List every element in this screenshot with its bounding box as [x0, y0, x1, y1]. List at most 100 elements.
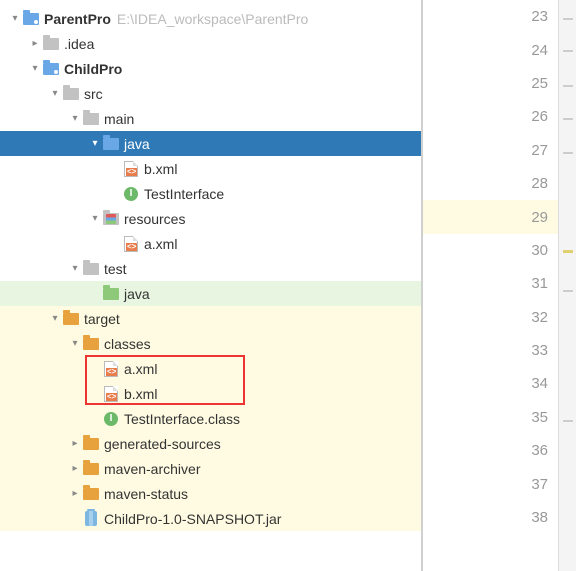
chevron-right-icon: ▸ [68, 463, 82, 474]
excluded-folder-icon [62, 311, 80, 327]
tree-row-idea[interactable]: ▸ .idea [0, 31, 421, 56]
node-label: resources [124, 211, 185, 227]
tree-row-test-java[interactable]: java [0, 281, 421, 306]
chevron-right-icon: ▸ [68, 438, 82, 449]
gutter-line[interactable]: 32 [423, 301, 576, 334]
chevron-down-icon: ▾ [68, 113, 82, 124]
tree-row-maven-status[interactable]: ▸ maven-status [0, 481, 421, 506]
tree-row-resources[interactable]: ▾ resources [0, 206, 421, 231]
test-source-folder-icon [102, 286, 120, 302]
tree-row-src[interactable]: ▾ src [0, 81, 421, 106]
module-folder-icon [22, 11, 40, 27]
tree-row-classes-axml[interactable]: <> a.xml [0, 356, 421, 381]
gutter-line[interactable]: 25 [423, 67, 576, 100]
tree-row-jar[interactable]: ChildPro-1.0-SNAPSHOT.jar [0, 506, 421, 531]
interface-icon: I [102, 411, 120, 427]
node-label: maven-status [104, 486, 188, 502]
gutter-line[interactable]: 29 [423, 200, 576, 233]
folder-icon [82, 261, 100, 277]
xml-file-icon: <> [102, 386, 120, 402]
node-label: TestInterface [144, 186, 224, 202]
node-label: ChildPro [64, 61, 122, 77]
tree-row-classes[interactable]: ▾ classes [0, 331, 421, 356]
editor-scrollbar-marker-area [558, 0, 576, 571]
tree-row-bxml[interactable]: <> b.xml [0, 156, 421, 181]
tree-row-testinterface[interactable]: I TestInterface [0, 181, 421, 206]
gutter-line[interactable]: 27 [423, 134, 576, 167]
node-label: b.xml [144, 161, 177, 177]
gutter-line[interactable]: 24 [423, 33, 576, 66]
resources-folder-icon [102, 211, 120, 227]
node-label: TestInterface.class [124, 411, 240, 427]
xml-file-icon: <> [122, 236, 140, 252]
xml-file-icon: <> [102, 361, 120, 377]
excluded-folder-icon [82, 336, 100, 352]
node-label: java [124, 136, 150, 152]
gutter-line[interactable]: 34 [423, 367, 576, 400]
gutter-line[interactable]: 30 [423, 234, 576, 267]
tree-row-classes-bxml[interactable]: <> b.xml [0, 381, 421, 406]
chevron-down-icon: ▾ [88, 213, 102, 224]
gutter-line[interactable]: 33 [423, 334, 576, 367]
node-label: src [84, 86, 103, 102]
tree-row-generated-sources[interactable]: ▸ generated-sources [0, 431, 421, 456]
chevron-down-icon: ▾ [68, 338, 82, 349]
node-path: E:\IDEA_workspace\ParentPro [117, 11, 308, 27]
marker-tick [563, 85, 573, 87]
source-folder-icon [102, 136, 120, 152]
tree-row-test[interactable]: ▾ test [0, 256, 421, 281]
tree-row-java-selected[interactable]: ▾ java [0, 131, 421, 156]
gutter-line[interactable]: 23 [423, 0, 576, 33]
marker-tick [563, 18, 573, 20]
node-label: main [104, 111, 134, 127]
node-label: target [84, 311, 120, 327]
marker-tick [563, 290, 573, 292]
chevron-down-icon: ▾ [88, 138, 102, 149]
marker-tick [563, 250, 573, 253]
tree-row-axml[interactable]: <> a.xml [0, 231, 421, 256]
node-label: a.xml [124, 361, 157, 377]
node-label: .idea [64, 36, 94, 52]
tree-row-main[interactable]: ▾ main [0, 106, 421, 131]
chevron-right-icon: ▸ [68, 488, 82, 499]
chevron-down-icon: ▾ [28, 63, 42, 74]
excluded-folder-icon [82, 461, 100, 477]
gutter-line[interactable]: 28 [423, 167, 576, 200]
marker-tick [563, 152, 573, 154]
chevron-right-icon: ▸ [28, 38, 42, 49]
gutter-line[interactable]: 31 [423, 267, 576, 300]
marker-tick [563, 118, 573, 120]
interface-icon: I [122, 186, 140, 202]
chevron-down-icon: ▾ [68, 263, 82, 274]
gutter-line[interactable]: 38 [423, 501, 576, 534]
node-label: maven-archiver [104, 461, 200, 477]
node-label: ChildPro-1.0-SNAPSHOT.jar [104, 511, 281, 527]
gutter-line[interactable]: 26 [423, 100, 576, 133]
node-label: b.xml [124, 386, 157, 402]
excluded-folder-icon [82, 436, 100, 452]
marker-tick [563, 50, 573, 52]
editor-gutter[interactable]: 23242526272829303132333435363738 [423, 0, 576, 571]
chevron-down-icon: ▾ [8, 13, 22, 24]
tree-row-childpro[interactable]: ▾ ChildPro [0, 56, 421, 81]
module-folder-icon [42, 61, 60, 77]
node-label: java [124, 286, 150, 302]
gutter-line[interactable]: 35 [423, 401, 576, 434]
node-label: test [104, 261, 127, 277]
gutter-line[interactable]: 36 [423, 434, 576, 467]
folder-icon [62, 86, 80, 102]
tree-row-classes-iface[interactable]: I TestInterface.class [0, 406, 421, 431]
tree-row-parentpro[interactable]: ▾ ParentPro E:\IDEA_workspace\ParentPro [0, 6, 421, 31]
node-label: a.xml [144, 236, 177, 252]
project-tree[interactable]: ▾ ParentPro E:\IDEA_workspace\ParentPro … [0, 0, 423, 571]
xml-file-icon: <> [122, 161, 140, 177]
jar-file-icon [82, 511, 100, 527]
node-label: ParentPro [44, 11, 111, 27]
tree-row-maven-archiver[interactable]: ▸ maven-archiver [0, 456, 421, 481]
excluded-folder-icon [82, 486, 100, 502]
marker-tick [563, 420, 573, 422]
folder-icon [82, 111, 100, 127]
gutter-line[interactable]: 37 [423, 467, 576, 500]
tree-row-target[interactable]: ▾ target [0, 306, 421, 331]
node-label: classes [104, 336, 151, 352]
